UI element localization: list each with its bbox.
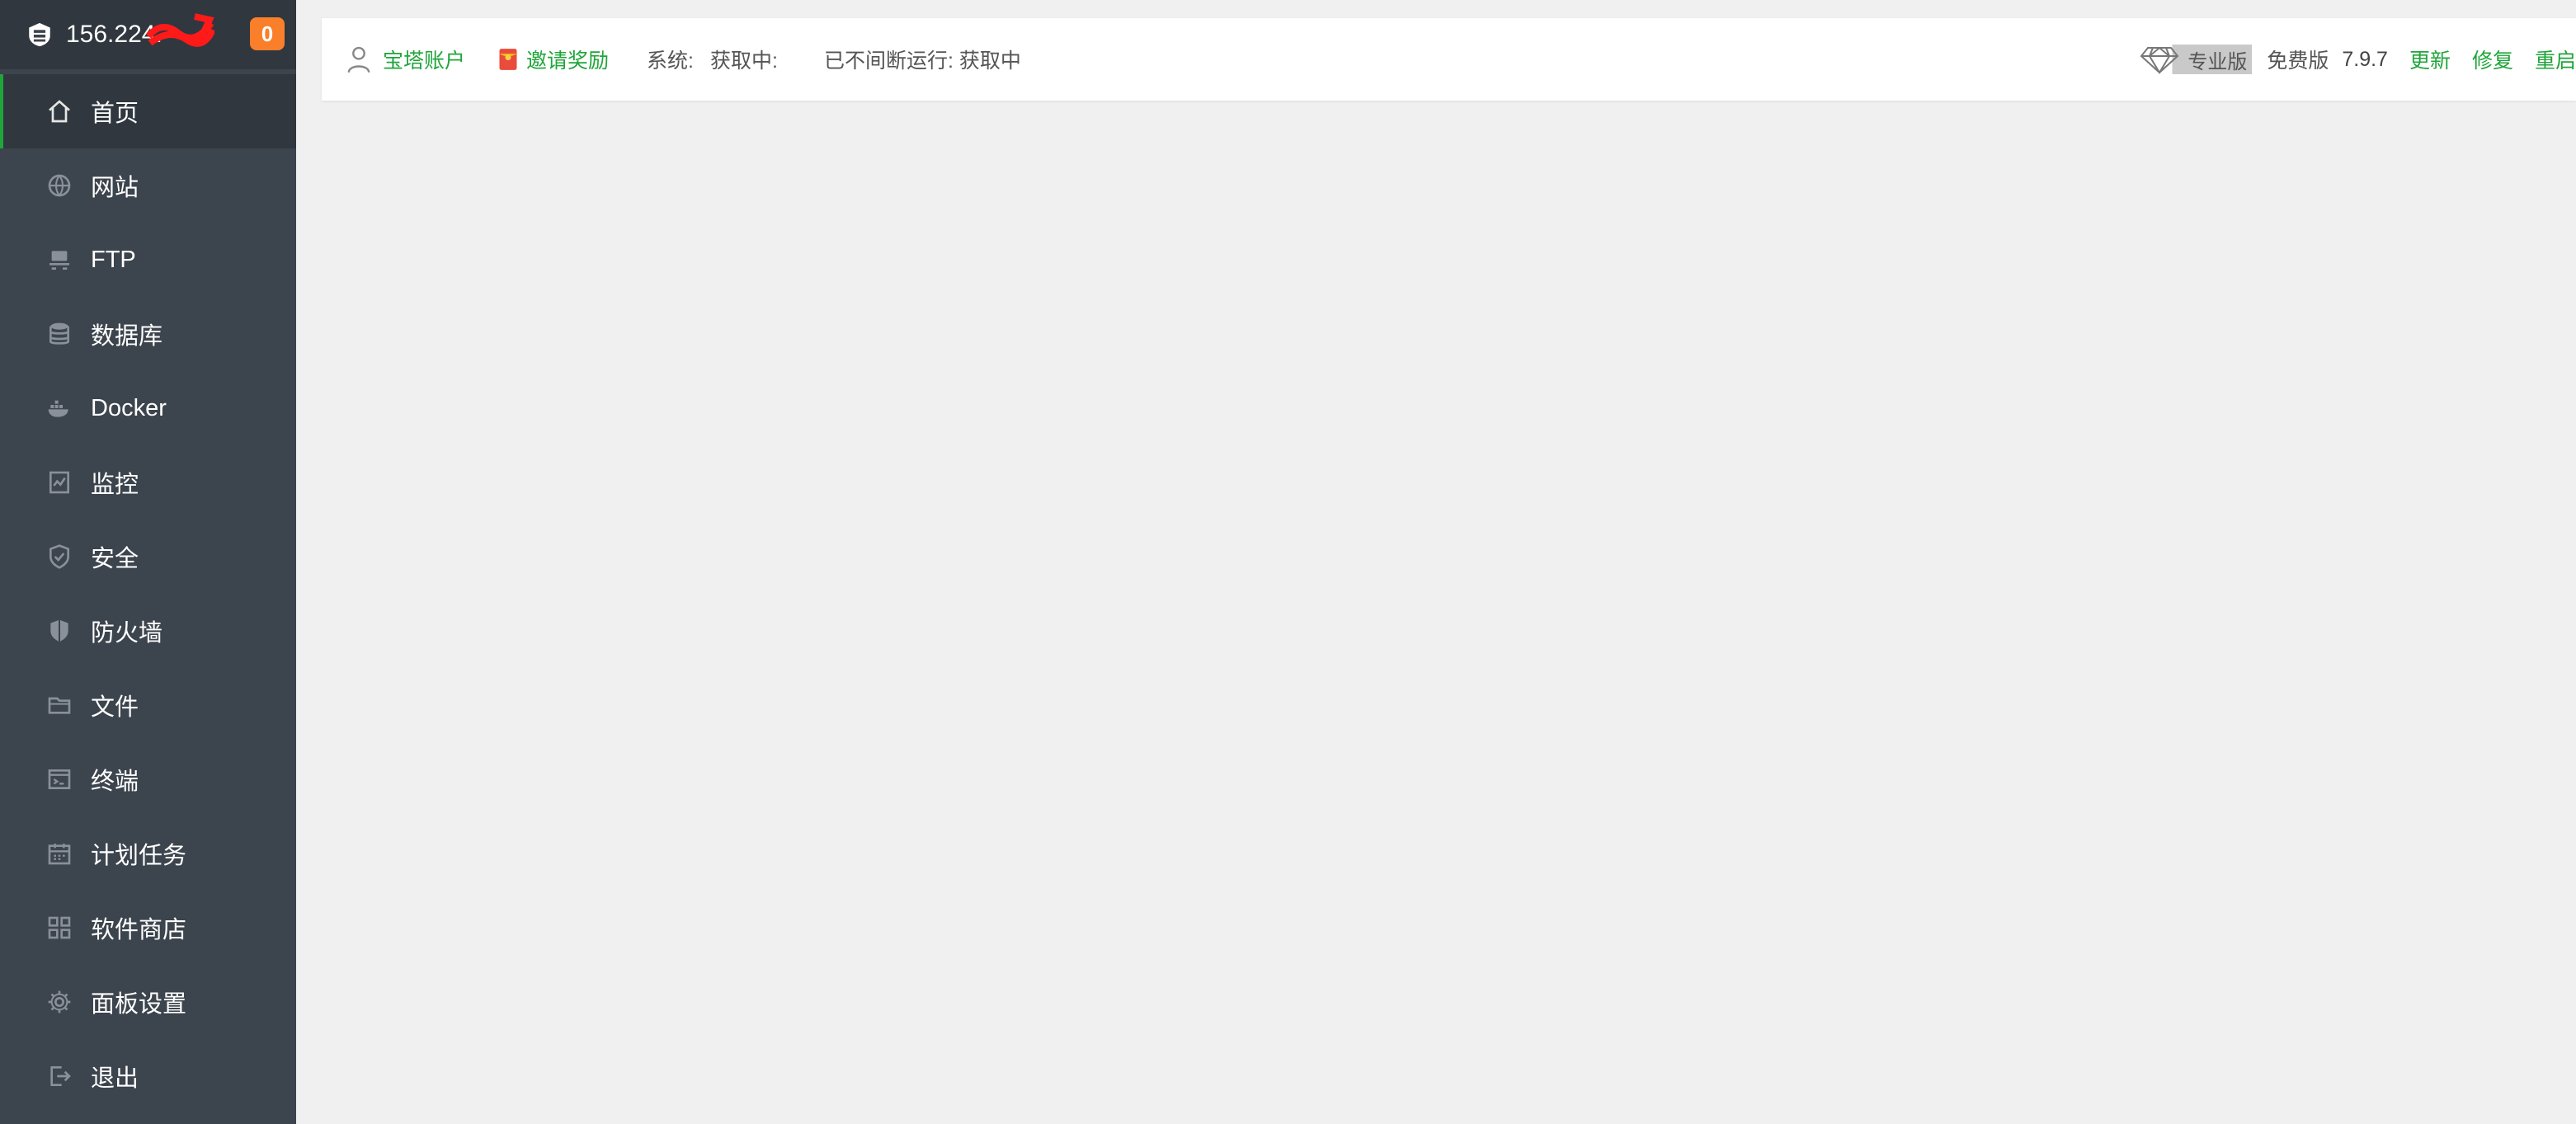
sidebar-item-label: 终端 [91, 769, 139, 795]
restart-link[interactable]: 重启 [2535, 45, 2576, 74]
brand-header: 156.224. 0 [0, 0, 296, 69]
firewall-shield-icon [45, 616, 74, 646]
grid-apps-icon [45, 913, 74, 943]
top-bar: 宝塔账户 邀请奖励 系统: 获取中: 已不间断运行: 获取中 专业版 免费版 7… [322, 18, 2576, 101]
terminal-icon [45, 764, 74, 794]
sidebar-item-label: FTP [91, 246, 136, 273]
repair-link[interactable]: 修复 [2472, 45, 2513, 74]
sidebar-item-label: 安全 [91, 546, 139, 572]
logout-icon [45, 1061, 74, 1091]
sidebar-item-label: 监控 [91, 472, 139, 498]
sidebar-item-database[interactable]: 数据库 [0, 297, 296, 371]
user-icon [347, 46, 370, 73]
sidebar-item-website[interactable]: 网站 [0, 148, 296, 223]
globe-icon [45, 171, 74, 200]
sidebar-item-label: 网站 [91, 175, 139, 201]
gear-icon [45, 987, 74, 1017]
top-bar-right: 专业版 免费版 7.9.7 更新 修复 重启 [2138, 18, 2576, 101]
uptime-status: 已不间断运行: 获取中 [823, 49, 1021, 73]
redaction-scribble [145, 13, 214, 47]
pro-label: 专业版 [2187, 50, 2248, 73]
sidebar-item-label: 退出 [91, 1065, 139, 1092]
database-icon [45, 319, 74, 349]
sidebar-item-monitor[interactable]: 监控 [0, 445, 296, 520]
sidebar-item-terminal[interactable]: 终端 [0, 742, 296, 816]
sidebar-item-label: 面板设置 [91, 991, 187, 1018]
sidebar-item-label: Docker [91, 394, 167, 421]
sidebar-item-ftp[interactable]: FTP [0, 223, 296, 297]
sidebar-item-store[interactable]: 软件商店 [0, 891, 296, 965]
shield-check-icon [45, 542, 74, 571]
system-label: 系统: [647, 49, 694, 73]
sidebar-item-docker[interactable]: Docker [0, 371, 296, 445]
notification-badge[interactable]: 0 [250, 17, 285, 50]
system-value: 获取中: [709, 49, 778, 73]
calendar-icon [45, 839, 74, 868]
sidebar-item-label: 防火墙 [91, 620, 163, 647]
sidebar-item-label: 软件商店 [91, 917, 187, 943]
sidebar-item-firewall[interactable]: 防火墙 [0, 594, 296, 668]
docker-icon [45, 393, 74, 423]
diamond-icon [2140, 46, 2179, 74]
sidebar-item-security[interactable]: 安全 [0, 520, 296, 594]
version-number: 7.9.7 [2342, 47, 2388, 71]
red-envelope-icon [499, 49, 517, 70]
sidebar-item-label: 首页 [91, 101, 139, 127]
ftp-icon [45, 245, 74, 275]
account-label: 宝塔账户 [383, 49, 466, 73]
monitor-icon [45, 468, 74, 497]
update-link[interactable]: 更新 [2409, 45, 2451, 74]
sidebar-item-cron[interactable]: 计划任务 [0, 816, 296, 891]
sidebar-item-label: 计划任务 [91, 843, 187, 869]
sidebar-item-label: 数据库 [91, 323, 163, 350]
sidebar-item-files[interactable]: 文件 [0, 668, 296, 742]
sidebar: 156.224. 0 首页 网站 FTP 数据库 Docker 监控 安全 防火… [0, 0, 296, 1124]
free-edition-label: 免费版 [2267, 49, 2329, 73]
sidebar-item-settings[interactable]: 面板设置 [0, 965, 296, 1039]
sidebar-item-logout[interactable]: 退出 [0, 1039, 296, 1113]
home-icon [45, 96, 74, 126]
invite-link[interactable]: 邀请奖励 [498, 45, 609, 74]
pro-version-badge[interactable]: 专业版 [2138, 45, 2253, 74]
sidebar-nav: 首页 网站 FTP 数据库 Docker 监控 安全 防火墙 文件 终端 计划任… [0, 74, 296, 1113]
sidebar-item-home[interactable]: 首页 [0, 74, 296, 148]
invite-label: 邀请奖励 [526, 49, 610, 73]
account-link[interactable]: 宝塔账户 [346, 45, 465, 74]
server-shield-icon [21, 16, 58, 53]
folder-icon [45, 690, 74, 720]
sidebar-item-label: 文件 [91, 694, 139, 721]
